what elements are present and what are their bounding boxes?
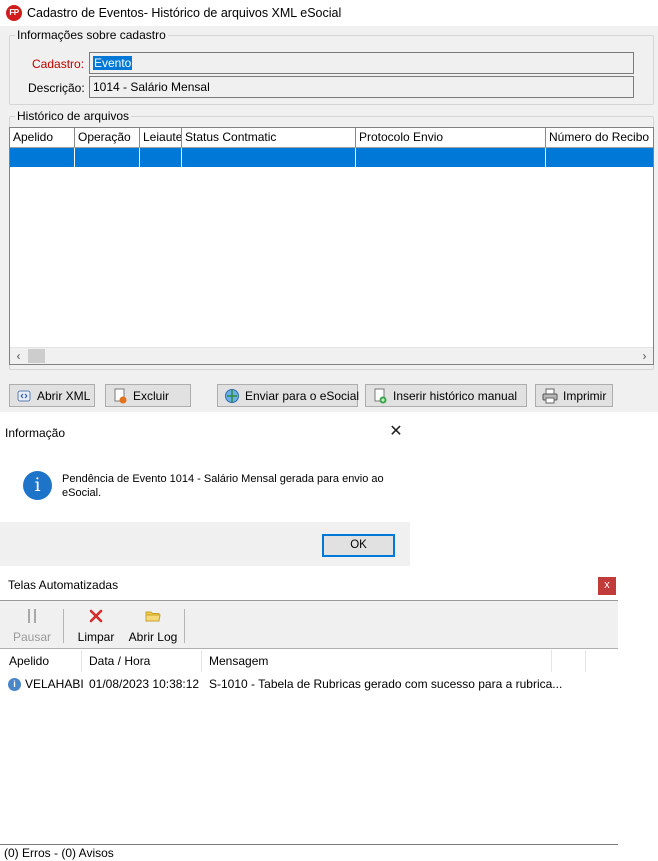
abrir-log-button[interactable]: Abrir Log — [124, 606, 182, 646]
abrir-xml-label: Abrir XML — [37, 388, 91, 403]
column-operacao[interactable]: Operação — [75, 128, 140, 147]
enviar-esocial-label: Enviar para o eSocial — [245, 388, 360, 403]
row-cell — [356, 148, 546, 167]
column-status-contmatic[interactable]: Status Contmatic — [182, 128, 356, 147]
toolbar: Pausar Limpar Abrir Log — [0, 600, 618, 649]
imprimir-button[interactable]: Imprimir — [535, 384, 613, 407]
pausar-button[interactable]: Pausar — [10, 606, 54, 646]
imprimir-label: Imprimir — [563, 388, 607, 403]
pause-icon — [24, 608, 40, 624]
history-grid[interactable]: Apelido Operação Leiaute Status Contmati… — [9, 127, 654, 365]
toolbar-separator — [63, 609, 64, 643]
row-cell — [140, 148, 182, 167]
pausar-label: Pausar — [12, 630, 52, 644]
delete-document-icon — [112, 388, 128, 404]
column-apelido[interactable]: Apelido — [0, 650, 82, 672]
window-title: Telas Automatizadas — [8, 578, 119, 592]
toolbar-separator — [184, 609, 185, 643]
add-document-icon — [372, 388, 388, 404]
window-titlebar: FP Cadastro de Eventos- Histórico de arq… — [0, 0, 658, 26]
cadastro-field[interactable]: Evento — [89, 52, 634, 74]
window-title: Cadastro de Eventos- Histórico de arquiv… — [27, 6, 342, 20]
excluir-button[interactable]: Excluir — [105, 384, 191, 407]
ok-button[interactable]: OK — [322, 534, 395, 557]
inserir-historico-label: Inserir histórico manual — [393, 388, 518, 403]
column-extra — [552, 650, 586, 672]
scroll-left-icon[interactable]: ‹ — [10, 348, 27, 365]
information-dialog: Informação ✕ i Pendência de Evento 1014 … — [0, 418, 410, 566]
automated-screens-window: Telas Automatizadas x Pausar Limpar Abri… — [0, 574, 618, 861]
column-data-hora[interactable]: Data / Hora — [82, 650, 202, 672]
log-table-header: Apelido Data / Hora Mensagem — [0, 650, 618, 672]
clear-x-icon — [88, 608, 104, 624]
excluir-label: Excluir — [133, 388, 170, 403]
xml-file-icon — [16, 388, 32, 404]
row-apelido: VELAHABI — [25, 677, 84, 691]
table-row[interactable]: i VELAHABI 01/08/2023 10:38:12 S-1010 - … — [0, 675, 618, 693]
column-protocolo-envio[interactable]: Protocolo Envio — [356, 128, 546, 147]
column-numero-recibo[interactable]: Número do Recibo — [546, 128, 653, 147]
row-mensagem: S-1010 - Tabela de Rubricas gerado com s… — [209, 677, 563, 691]
dialog-title: Informação — [5, 426, 66, 440]
printer-icon — [542, 388, 558, 404]
column-mensagem[interactable]: Mensagem — [202, 650, 552, 672]
limpar-button[interactable]: Limpar — [74, 606, 118, 646]
history-group-legend: Histórico de arquivos — [15, 109, 132, 123]
enviar-esocial-button[interactable]: Enviar para o eSocial — [217, 384, 360, 407]
column-apelido[interactable]: Apelido — [10, 128, 75, 147]
column-leiaute[interactable]: Leiaute — [140, 128, 182, 147]
row-cell — [75, 148, 140, 167]
inserir-historico-button[interactable]: Inserir histórico manual — [365, 384, 527, 407]
info-icon: i — [23, 471, 52, 500]
info-icon: i — [8, 678, 21, 691]
event-history-window: FP Cadastro de Eventos- Histórico de arq… — [0, 0, 658, 412]
row-data-hora: 01/08/2023 10:38:12 — [89, 677, 200, 691]
abrir-xml-button[interactable]: Abrir XML — [9, 384, 95, 407]
folder-open-icon — [145, 608, 161, 624]
close-button[interactable]: x — [598, 577, 616, 595]
scroll-right-icon[interactable]: › — [636, 348, 653, 365]
descricao-field[interactable]: 1014 - Salário Mensal — [89, 76, 634, 98]
dialog-footer: OK — [0, 522, 410, 566]
abrir-log-label: Abrir Log — [128, 630, 178, 644]
descricao-label: Descrição: — [28, 81, 85, 95]
close-icon[interactable]: ✕ — [388, 424, 404, 440]
status-bar: (0) Erros - (0) Avisos — [0, 844, 618, 861]
row-cell — [10, 148, 75, 167]
limpar-label: Limpar — [77, 630, 115, 644]
cadastro-value: Evento — [93, 56, 133, 70]
grid-header: Apelido Operação Leiaute Status Contmati… — [10, 128, 653, 148]
cadastro-label: Cadastro: — [32, 57, 85, 71]
info-group-legend: Informações sobre cadastro — [15, 28, 168, 42]
descricao-value: 1014 - Salário Mensal — [93, 80, 210, 94]
send-globe-icon — [224, 388, 240, 404]
fp-logo-icon: FP — [6, 5, 22, 21]
selected-table-row[interactable] — [10, 148, 653, 167]
horizontal-scrollbar[interactable]: ‹ › — [10, 347, 653, 364]
scrollbar-thumb[interactable] — [28, 349, 45, 363]
dialog-message: Pendência de Evento 1014 - Salário Mensa… — [62, 473, 384, 499]
row-cell — [182, 148, 356, 167]
